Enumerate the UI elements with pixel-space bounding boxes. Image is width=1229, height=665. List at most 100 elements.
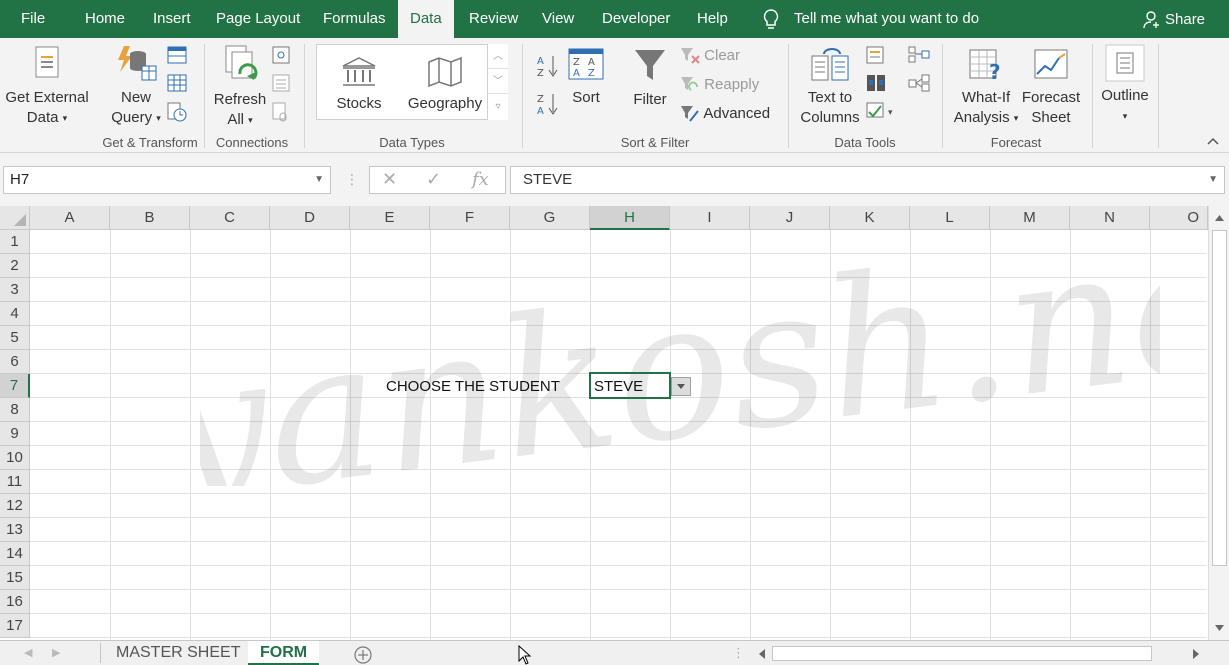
- scroll-left-icon[interactable]: [756, 647, 768, 661]
- cancel-icon[interactable]: ✕: [382, 169, 397, 190]
- tab-formulas[interactable]: Formulas: [323, 0, 386, 38]
- geography-button[interactable]: Geography: [404, 56, 486, 114]
- tab-data[interactable]: Data: [398, 0, 454, 38]
- get-external-data-button[interactable]: Get External Data ▾: [5, 44, 89, 128]
- chevron-down-icon[interactable]: ▼: [314, 167, 324, 193]
- column-header-k[interactable]: K: [830, 206, 910, 230]
- row-header-14[interactable]: 14: [0, 542, 30, 566]
- tab-developer[interactable]: Developer: [602, 0, 670, 38]
- vertical-scroll-thumb[interactable]: [1212, 230, 1227, 566]
- enter-icon[interactable]: ✓: [426, 169, 441, 190]
- new-query-button[interactable]: New Query ▾: [108, 44, 164, 128]
- tab-page-layout[interactable]: Page Layout: [216, 0, 300, 38]
- resize-handle-icon[interactable]: ⋮: [345, 171, 359, 188]
- tell-me-search[interactable]: Tell me what you want to do: [762, 0, 979, 38]
- scroll-down-icon[interactable]: [1212, 620, 1227, 636]
- column-header-c[interactable]: C: [190, 206, 270, 230]
- worksheet-grid[interactable]: A B C D E F G H I J K L M N O 1 2 3 4 5 …: [0, 206, 1229, 640]
- tab-view[interactable]: View: [542, 0, 574, 38]
- horizontal-scrollbar[interactable]: [754, 645, 1207, 663]
- properties-icon[interactable]: [272, 74, 290, 92]
- sheet-tab-master-sheet[interactable]: MASTER SHEET: [116, 641, 240, 665]
- sort-z-to-a-icon[interactable]: ZA: [536, 92, 558, 116]
- tab-review[interactable]: Review: [469, 0, 518, 38]
- tab-help[interactable]: Help: [697, 0, 728, 38]
- vertical-scrollbar[interactable]: [1208, 206, 1229, 640]
- chevron-down-icon[interactable]: ▼: [1208, 167, 1218, 193]
- relationships-icon[interactable]: [908, 74, 930, 92]
- sheet-nav-next-icon[interactable]: ▶: [52, 646, 60, 659]
- scroll-up-icon[interactable]: [1212, 210, 1227, 226]
- row-header-8[interactable]: 8: [0, 398, 30, 422]
- row-header-4[interactable]: 4: [0, 302, 30, 326]
- data-types-scroll[interactable]: ︿ ﹀ ▿: [487, 44, 508, 120]
- column-header-f[interactable]: F: [430, 206, 510, 230]
- reapply-button[interactable]: Reapply: [680, 75, 759, 95]
- text-to-columns-button[interactable]: Text to Columns: [798, 48, 862, 128]
- sort-a-to-z-icon[interactable]: AZ: [536, 54, 558, 78]
- column-header-d[interactable]: D: [270, 206, 350, 230]
- tab-file[interactable]: File: [21, 0, 45, 38]
- row-header-2[interactable]: 2: [0, 254, 30, 278]
- row-header-10[interactable]: 10: [0, 446, 30, 470]
- tab-home[interactable]: Home: [85, 0, 125, 38]
- from-table-icon[interactable]: [167, 74, 187, 92]
- column-header-n[interactable]: N: [1070, 206, 1150, 230]
- row-header-13[interactable]: 13: [0, 518, 30, 542]
- more-icon[interactable]: ▿: [488, 94, 508, 119]
- column-header-i[interactable]: I: [670, 206, 750, 230]
- column-header-m[interactable]: M: [990, 206, 1070, 230]
- add-sheet-icon[interactable]: [353, 645, 373, 665]
- column-header-e[interactable]: E: [350, 206, 430, 230]
- cell-h7[interactable]: STEVE: [594, 375, 643, 399]
- chevron-up-icon[interactable]: ︿: [488, 44, 508, 69]
- tab-insert[interactable]: Insert: [153, 0, 191, 38]
- collapse-ribbon-icon[interactable]: [1206, 136, 1220, 146]
- formula-input[interactable]: STEVE ▼: [510, 166, 1225, 194]
- horizontal-scroll-thumb[interactable]: [772, 646, 1152, 661]
- filter-button[interactable]: Filter: [626, 48, 674, 110]
- split-handle-icon[interactable]: ⋮: [732, 645, 745, 661]
- column-header-g[interactable]: G: [510, 206, 590, 230]
- remove-duplicates-icon[interactable]: [866, 74, 886, 92]
- column-header-j[interactable]: J: [750, 206, 830, 230]
- column-header-b[interactable]: B: [110, 206, 190, 230]
- refresh-all-button[interactable]: Refresh All ▾: [210, 44, 270, 130]
- row-header-6[interactable]: 6: [0, 350, 30, 374]
- column-header-l[interactable]: L: [910, 206, 990, 230]
- column-header-a[interactable]: A: [30, 206, 110, 230]
- flash-fill-icon[interactable]: [866, 46, 886, 64]
- cell-e7[interactable]: CHOOSE THE STUDENT: [386, 375, 560, 399]
- sheet-nav-prev-icon[interactable]: ◀: [24, 646, 32, 659]
- data-validation-icon[interactable]: ▾: [866, 102, 896, 120]
- row-header-11[interactable]: 11: [0, 470, 30, 494]
- row-header-9[interactable]: 9: [0, 422, 30, 446]
- row-header-1[interactable]: 1: [0, 230, 30, 254]
- scroll-right-icon[interactable]: [1190, 647, 1202, 661]
- show-queries-icon[interactable]: [167, 46, 187, 64]
- select-all-button[interactable]: [0, 206, 30, 230]
- sort-button[interactable]: ZAAZ Sort: [564, 48, 608, 108]
- outline-button[interactable]: Outline ▾: [1098, 44, 1152, 126]
- advanced-filter-button[interactable]: Advanced: [680, 104, 770, 124]
- recent-sources-icon[interactable]: [167, 102, 187, 122]
- row-header-15[interactable]: 15: [0, 566, 30, 590]
- column-header-h[interactable]: H: [590, 206, 670, 230]
- cell-dropdown-button[interactable]: [671, 377, 691, 396]
- what-if-analysis-button[interactable]: ? What-If Analysis ▾: [950, 48, 1022, 128]
- row-header-16[interactable]: 16: [0, 590, 30, 614]
- column-header-o[interactable]: O: [1150, 206, 1208, 230]
- consolidate-icon[interactable]: [908, 46, 930, 64]
- connections-icon[interactable]: [272, 46, 290, 64]
- row-header-5[interactable]: 5: [0, 326, 30, 350]
- forecast-sheet-button[interactable]: Forecast Sheet: [1018, 48, 1084, 128]
- name-box[interactable]: H7 ▼: [3, 166, 331, 194]
- share-button[interactable]: Share: [1143, 0, 1205, 38]
- sheet-tab-form[interactable]: FORM: [248, 641, 320, 665]
- row-header-7[interactable]: 7: [0, 374, 30, 398]
- clear-filter-button[interactable]: Clear: [680, 46, 740, 66]
- row-header-17[interactable]: 17: [0, 614, 30, 638]
- row-header-12[interactable]: 12: [0, 494, 30, 518]
- edit-links-icon[interactable]: [272, 102, 290, 122]
- row-header-3[interactable]: 3: [0, 278, 30, 302]
